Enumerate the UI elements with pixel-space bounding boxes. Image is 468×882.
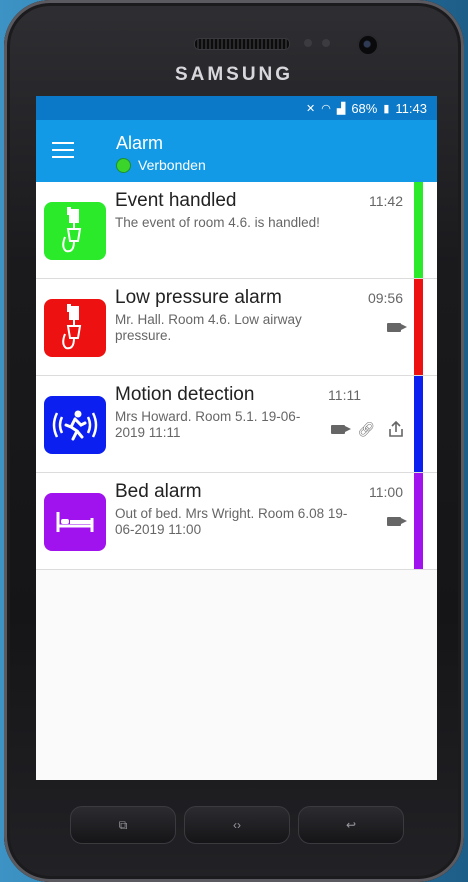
app-screen: ✕ ◠ ▟ 68% ▮ 11:43 Alarm Verbonden Event … <box>36 96 437 780</box>
front-camera <box>357 34 379 56</box>
app-bar: Alarm Verbonden <box>36 120 437 182</box>
status-bar: ✕ ◠ ▟ 68% ▮ 11:43 <box>36 96 437 120</box>
battery-level: 68% <box>351 100 378 116</box>
alarm-title: Bed alarm <box>115 481 202 502</box>
alarm-time: 09:56 <box>367 290 403 306</box>
connection-label: Verbonden <box>138 157 206 173</box>
hardware-keys: ⧉ ‹› ↩ <box>70 806 404 844</box>
video-icon[interactable] <box>331 424 352 434</box>
alarm-color-bar <box>414 473 423 569</box>
video-icon[interactable] <box>387 323 407 332</box>
connection-status: Verbonden <box>116 157 206 173</box>
back-key[interactable]: ↩ <box>298 806 404 844</box>
status-time: 11:43 <box>395 100 427 116</box>
page-title: Alarm <box>116 133 164 153</box>
battery-icon: ▮ <box>383 102 390 115</box>
video-icon[interactable] <box>387 517 407 526</box>
alarm-description: Mrs Howard. Room 5.1. 19-06-2019 11:11 <box>115 409 301 440</box>
iv-drip-icon <box>44 299 106 357</box>
alarm-actions: 🔗︎ <box>331 420 405 438</box>
menu-icon[interactable] <box>52 142 74 158</box>
alarm-time: 11:00 <box>369 484 403 500</box>
alarm-title: Low pressure alarm <box>115 287 282 308</box>
connected-indicator-icon <box>116 157 131 173</box>
recent-apps-key[interactable]: ⧉ <box>70 806 176 844</box>
link-icon[interactable]: 🔗︎ <box>357 421 375 438</box>
iv-drip-icon <box>44 202 106 260</box>
alarm-title: Event handled <box>115 190 237 211</box>
alarm-color-bar <box>414 279 423 375</box>
bed-icon <box>44 493 106 551</box>
alarm-description: Out of bed. Mrs Wright. Room 6.08 19-06-… <box>115 506 348 537</box>
proximity-sensor <box>304 39 312 47</box>
running-person-icon <box>44 396 106 454</box>
alarm-item[interactable]: Motion detection Mrs Howard. Room 5.1. 1… <box>36 376 437 473</box>
mute-icon: ✕ <box>306 102 316 115</box>
alarm-color-bar <box>414 376 423 472</box>
signal-icon: ▟ <box>336 102 346 115</box>
alarm-actions <box>387 323 407 332</box>
alarm-description: The event of room 4.6. is handled! <box>115 215 320 230</box>
alarm-title: Motion detection <box>115 384 255 405</box>
light-sensor <box>322 39 330 47</box>
alarm-actions <box>387 517 407 526</box>
wifi-icon: ◠ <box>321 102 331 115</box>
home-key[interactable]: ‹› <box>184 806 290 844</box>
device-brand: SAMSUNG <box>174 64 294 85</box>
alarm-item[interactable]: Event handled The event of room 4.6. is … <box>36 182 437 279</box>
alarm-description: Mr. Hall. Room 4.6. Low airway pressure. <box>115 312 302 343</box>
alarm-time: 11:11 <box>328 387 361 403</box>
alarm-list: Event handled The event of room 4.6. is … <box>36 182 437 570</box>
alarm-item[interactable]: Bed alarm Out of bed. Mrs Wright. Room 6… <box>36 473 437 570</box>
share-icon[interactable] <box>387 420 405 438</box>
earpiece-speaker <box>194 38 290 50</box>
alarm-time: 11:42 <box>369 193 403 209</box>
alarm-item[interactable]: Low pressure alarm Mr. Hall. Room 4.6. L… <box>36 279 437 376</box>
alarm-color-bar <box>414 182 423 278</box>
phone-frame: SAMSUNG ✕ ◠ ▟ 68% ▮ 11:43 Alarm Verbonde… <box>4 0 464 882</box>
